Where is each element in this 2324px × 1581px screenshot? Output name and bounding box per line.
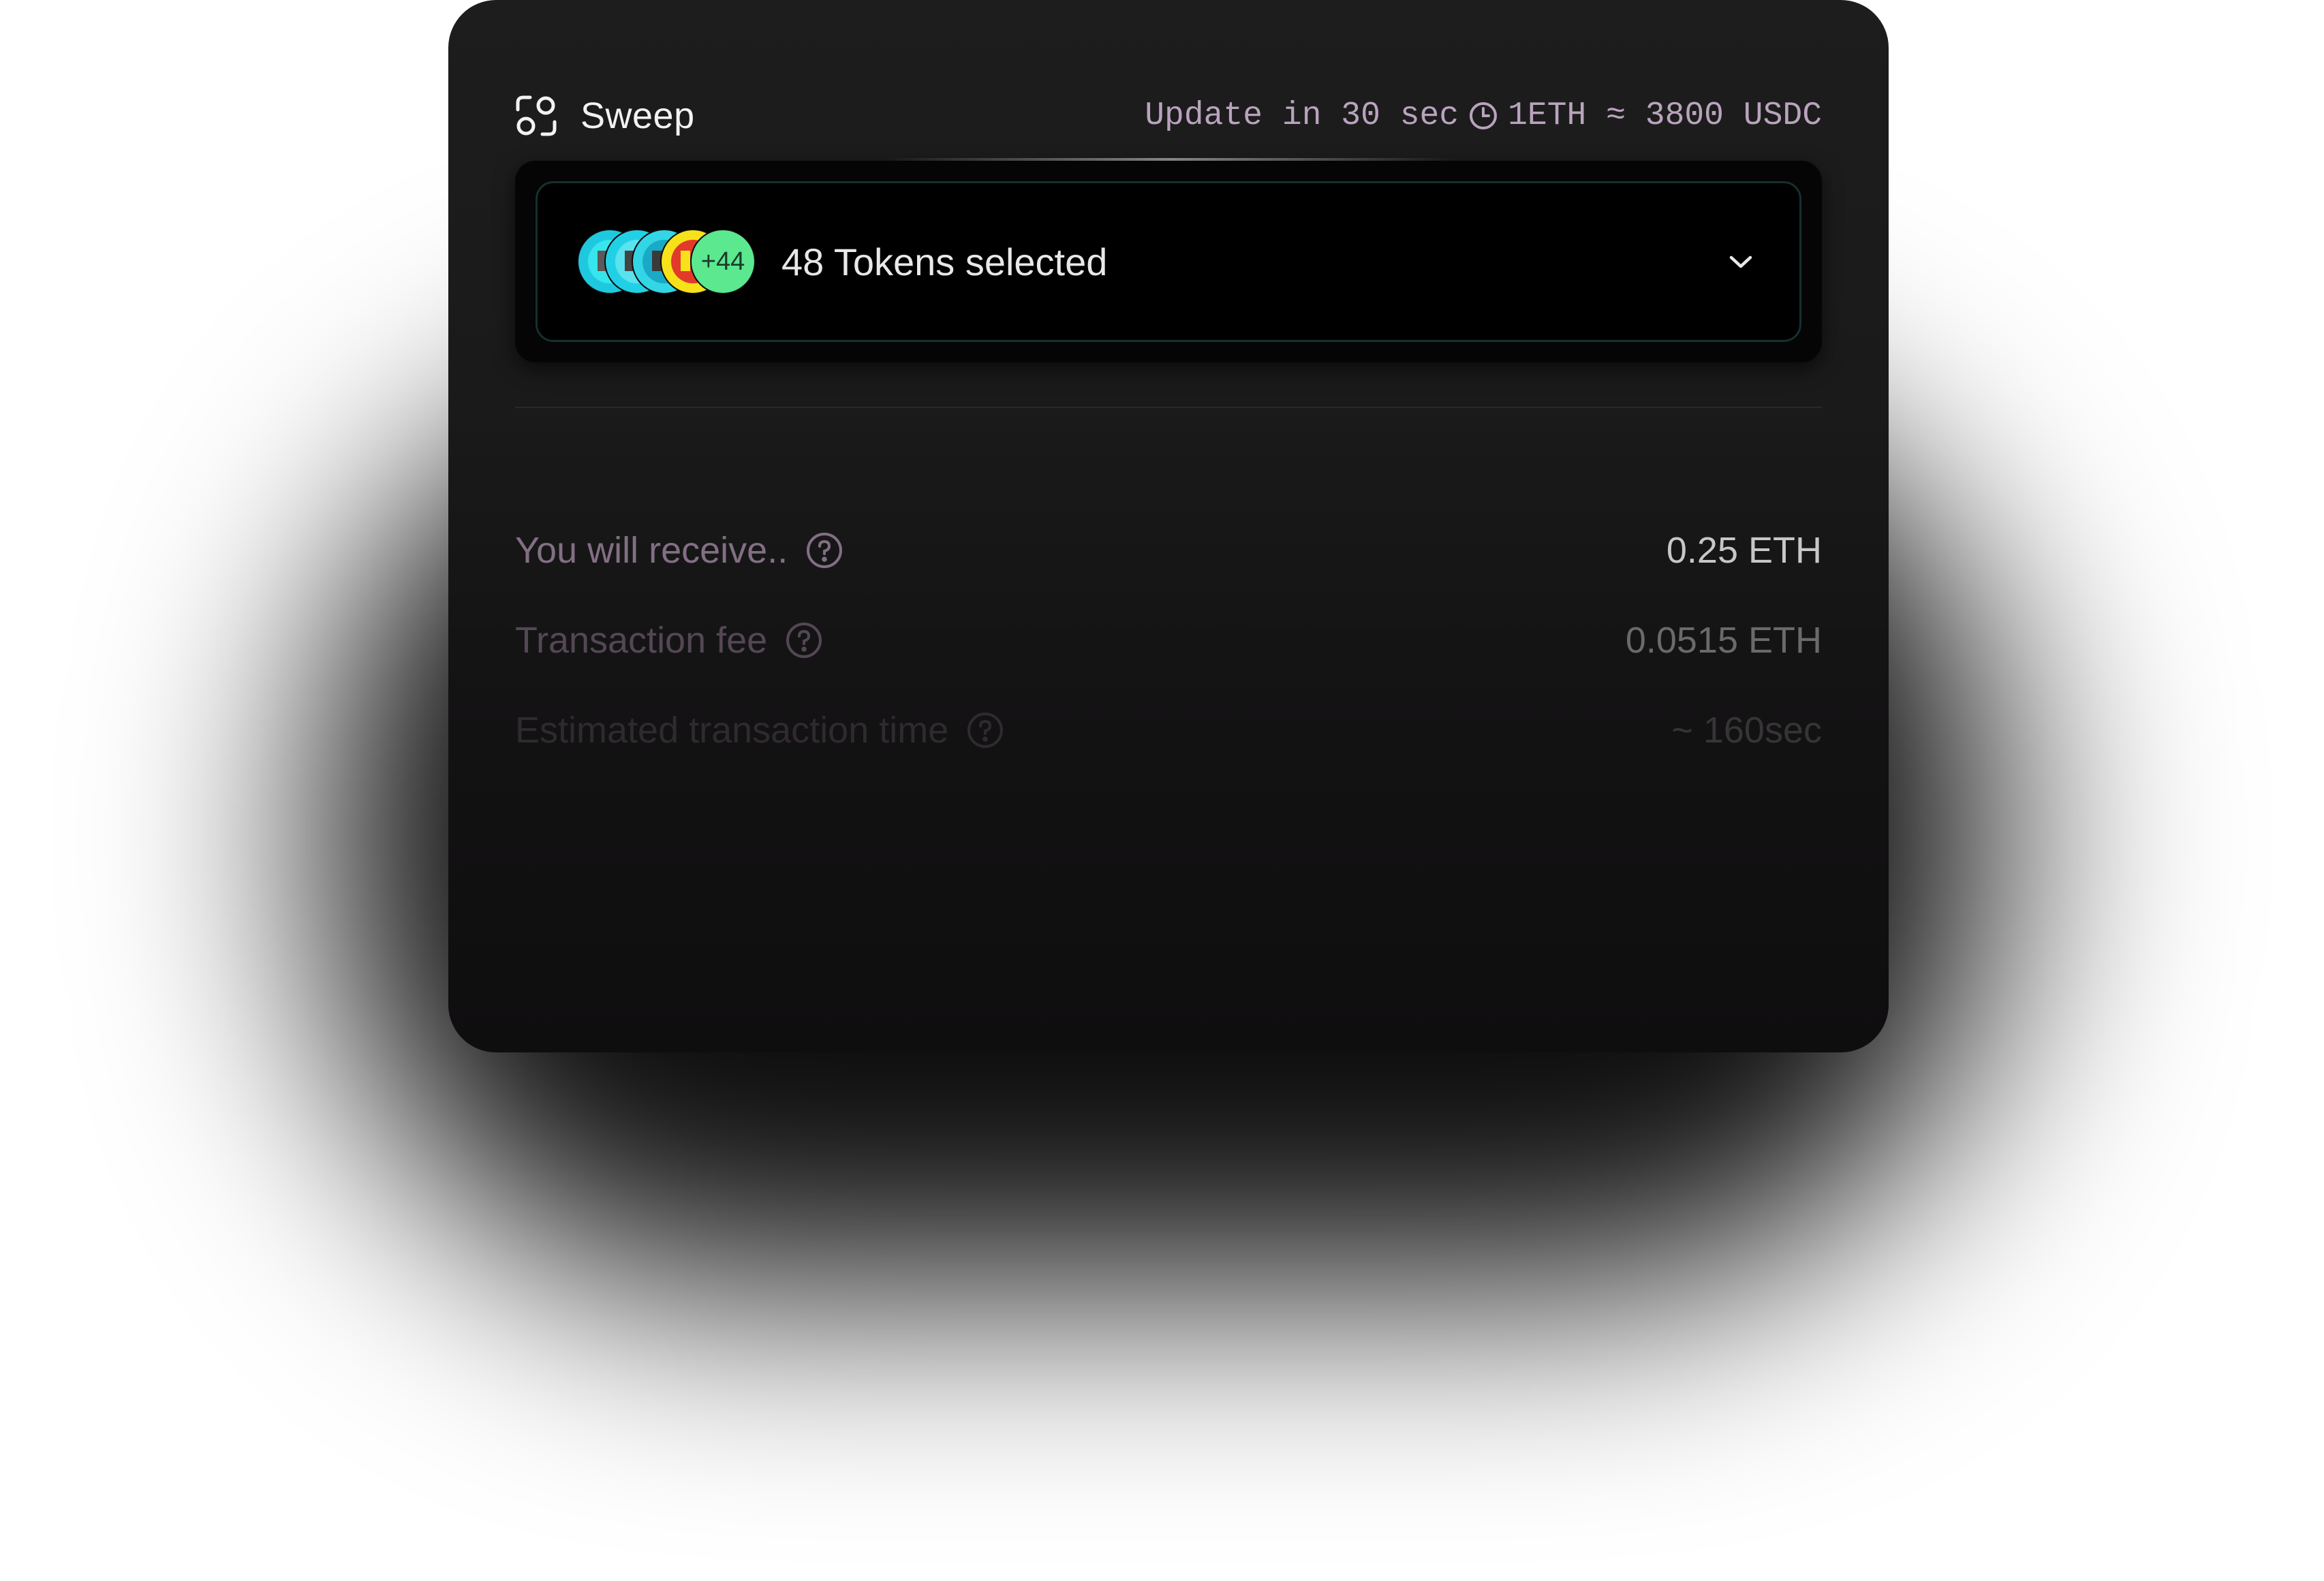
sweep-logo-icon [515,95,557,137]
help-circle-icon[interactable] [805,531,843,569]
token-avatars: +44 [577,229,756,294]
tokens-selected-label: 48 Tokens selected [781,240,1108,283]
rate-info: Update in 30 sec 1ETH ≈ 3800 USDC [1145,97,1822,134]
page: Sweep Update in 30 sec 1ETH ≈ 3800 USDC [0,0,2324,1581]
divider [515,407,1822,408]
card-header: Sweep Update in 30 sec 1ETH ≈ 3800 USDC [515,82,1822,150]
fee-row: Transaction fee 0.0515 ETH [515,595,1822,685]
summary-rows: You will receive.. 0.25 ETH Transaction … [515,505,1822,775]
token-selector-dropdown[interactable]: +44 48 Tokens selected [536,181,1801,342]
update-countdown: Update in 30 sec [1145,97,1459,134]
token-selector-wrapper: +44 48 Tokens selected [515,161,1822,362]
clock-icon [1468,101,1498,131]
time-row: Estimated transaction time ~ 160sec [515,685,1822,775]
time-label: Estimated transaction time [515,710,949,751]
receive-label: You will receive.. [515,530,788,571]
more-tokens-badge: +44 [690,229,756,294]
app-title: Sweep [580,95,695,136]
help-circle-icon[interactable] [966,711,1004,749]
sweep-card: Sweep Update in 30 sec 1ETH ≈ 3800 USDC [448,0,1889,1052]
fee-label: Transaction fee [515,620,768,661]
brand: Sweep [515,95,695,137]
time-value: ~ 160sec [1671,710,1822,751]
fee-value: 0.0515 ETH [1625,620,1822,661]
exchange-rate: 1ETH ≈ 3800 USDC [1508,97,1822,134]
receive-value: 0.25 ETH [1666,530,1822,571]
chevron-down-icon[interactable] [1727,253,1754,270]
help-circle-icon[interactable] [785,621,823,659]
receive-row: You will receive.. 0.25 ETH [515,505,1822,595]
